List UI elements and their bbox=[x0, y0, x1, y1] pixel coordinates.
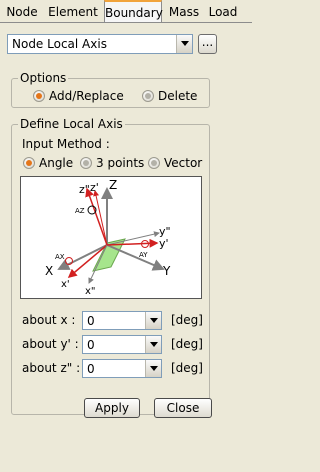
global-y-label: Y bbox=[162, 264, 171, 278]
axis-diagram-svg: z" z' Z AZ y" y' AY Y X AX x' x" bbox=[45, 178, 171, 297]
tab-load[interactable]: Load bbox=[206, 3, 240, 21]
ellipsis-button[interactable]: ... bbox=[198, 34, 217, 54]
x-prime-label: x' bbox=[61, 279, 70, 290]
global-x-label: X bbox=[45, 264, 53, 278]
define-title: Define Local Axis bbox=[18, 117, 125, 131]
three-points-radio[interactable] bbox=[80, 157, 92, 169]
tab-mass[interactable]: Mass bbox=[166, 3, 202, 21]
ay-label: AY bbox=[139, 251, 148, 259]
about-x-label: about x : bbox=[22, 313, 76, 327]
tab-boundary[interactable]: Boundary bbox=[104, 0, 163, 22]
z-double-prime-label: z" bbox=[79, 183, 90, 196]
function-select-value: Node Local Axis bbox=[12, 37, 107, 51]
angle-radio[interactable] bbox=[23, 157, 35, 169]
about-z-dropdown-button[interactable] bbox=[145, 360, 161, 377]
chevron-down-icon bbox=[150, 366, 158, 371]
tab-node[interactable]: Node bbox=[2, 3, 42, 21]
x-double-prime-label: x" bbox=[85, 286, 96, 297]
chevron-down-icon bbox=[181, 41, 189, 46]
global-z-label: Z bbox=[109, 178, 117, 192]
delete-label: Delete bbox=[158, 89, 198, 103]
input-method-label: Input Method : bbox=[22, 137, 110, 151]
az-label: AZ bbox=[75, 207, 85, 215]
about-z-value: 0 bbox=[87, 362, 95, 376]
chevron-down-icon bbox=[150, 342, 158, 347]
about-y-dropdown-button[interactable] bbox=[145, 336, 161, 353]
angle-label: Angle bbox=[39, 156, 74, 170]
delete-radio[interactable] bbox=[142, 90, 154, 102]
about-x-select[interactable]: 0 bbox=[82, 311, 162, 330]
local-axis-diagram: z" z' Z AZ y" y' AY Y X AX x' x" bbox=[20, 176, 202, 299]
y-prime-label: y' bbox=[159, 237, 169, 250]
add-replace-label: Add/Replace bbox=[49, 89, 124, 103]
about-y-value: 0 bbox=[87, 338, 95, 352]
add-replace-radio[interactable] bbox=[33, 90, 45, 102]
about-z-select[interactable]: 0 bbox=[82, 359, 162, 378]
chevron-down-icon bbox=[150, 318, 158, 323]
options-title: Options bbox=[18, 71, 69, 85]
ax-label: AX bbox=[55, 253, 65, 261]
about-x-dropdown-button[interactable] bbox=[145, 312, 161, 329]
about-y-select[interactable]: 0 bbox=[82, 335, 162, 354]
about-z-unit: [deg] bbox=[171, 361, 203, 375]
about-x-value: 0 bbox=[87, 314, 95, 328]
about-x-unit: [deg] bbox=[171, 313, 203, 327]
vector-label: Vector bbox=[164, 156, 203, 170]
function-select[interactable]: Node Local Axis bbox=[7, 34, 193, 54]
vector-radio[interactable] bbox=[148, 157, 160, 169]
local-z-double-prime-axis bbox=[85, 187, 108, 246]
about-y-label: about y' : bbox=[22, 337, 79, 351]
options-group: Options Add/Replace Delete bbox=[11, 71, 210, 108]
dropdown-button[interactable] bbox=[176, 35, 192, 53]
about-y-unit: [deg] bbox=[171, 337, 203, 351]
z-prime-label: z' bbox=[90, 181, 99, 194]
tab-element[interactable]: Element bbox=[44, 3, 102, 21]
three-points-label: 3 points bbox=[96, 156, 145, 170]
close-button[interactable]: Close bbox=[154, 398, 212, 418]
apply-button[interactable]: Apply bbox=[84, 398, 140, 418]
tab-bar: Node Element Boundary Mass Load bbox=[0, 0, 252, 23]
about-z-label: about z" : bbox=[22, 361, 81, 375]
